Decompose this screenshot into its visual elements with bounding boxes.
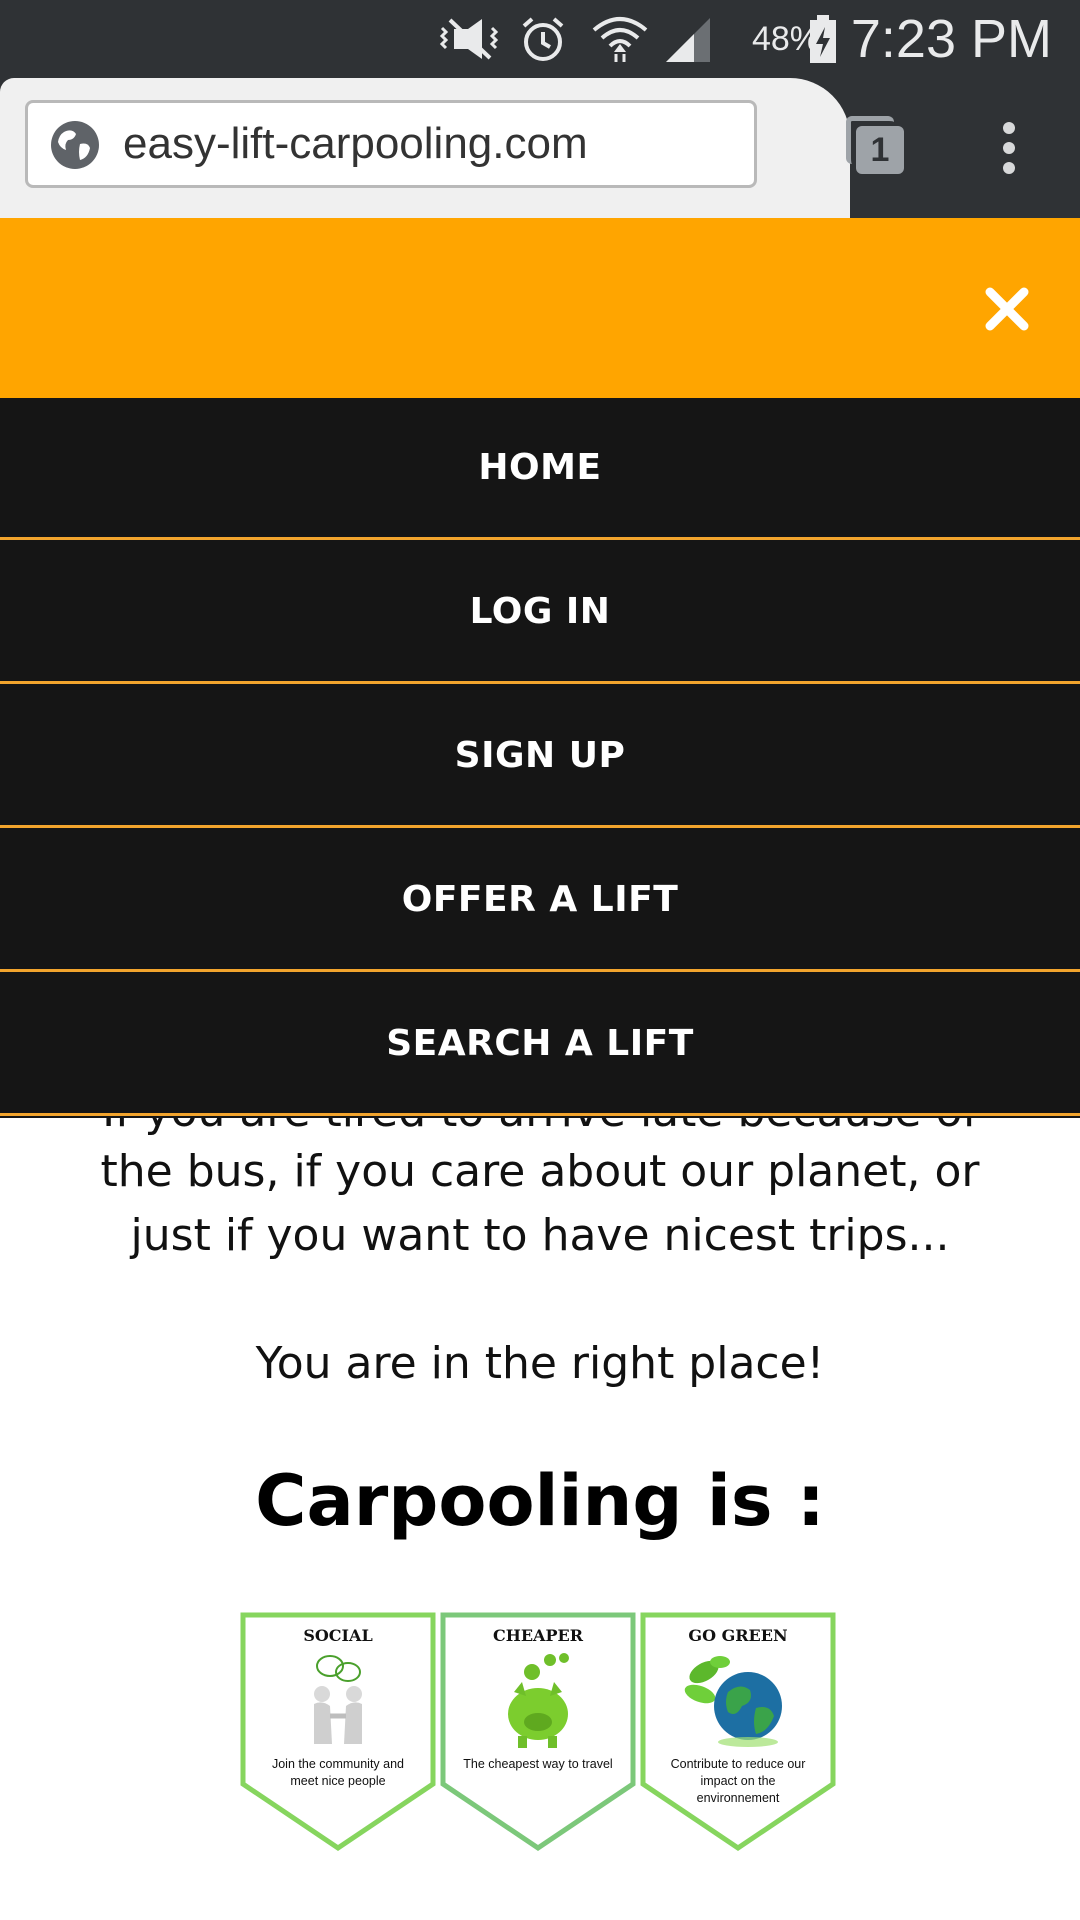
intro-line-1: the bus, if you care about our planet, o… xyxy=(100,1146,980,1197)
close-icon xyxy=(985,287,1029,331)
dot xyxy=(1003,122,1015,134)
globe-leaves-icon xyxy=(680,1652,796,1752)
site-header xyxy=(0,218,1080,398)
badge-go-green: GO GREEN Contribute to reduce our impact… xyxy=(640,1612,836,1852)
nav-item-home[interactable]: HOME xyxy=(0,398,1080,540)
tab-count: 1 xyxy=(856,126,904,174)
badges-row: SOCIAL Join the community and meet nice … xyxy=(240,1612,840,1852)
url-field[interactable]: easy-lift-carpooling.com xyxy=(25,100,757,188)
badge-title: CHEAPER xyxy=(493,1626,583,1645)
piggy-bank-icon xyxy=(480,1652,596,1752)
badge-social: SOCIAL Join the community and meet nice … xyxy=(240,1612,436,1852)
nav-item-search-a-lift[interactable]: SEARCH A LIFT xyxy=(0,974,1080,1116)
mute-vibrate-icon xyxy=(436,0,506,78)
close-menu-button[interactable] xyxy=(984,286,1030,332)
dot xyxy=(1003,142,1015,154)
status-bar: 48% 7:23 PM xyxy=(0,0,1080,78)
badge-cheaper: CHEAPER The cheapest way to travel xyxy=(440,1612,636,1852)
battery-charging-icon xyxy=(808,0,838,78)
dot xyxy=(1003,162,1015,174)
badge-title: GO GREEN xyxy=(688,1626,788,1645)
badge-text: The cheapest way to travel xyxy=(463,1757,613,1771)
badge-text: Contribute to reduce our impact on the e… xyxy=(670,1757,806,1805)
alarm-icon xyxy=(518,0,568,78)
globe-icon xyxy=(50,120,100,170)
nav-item-log-in[interactable]: LOG IN xyxy=(0,542,1080,684)
url-tab: easy-lift-carpooling.com xyxy=(0,78,850,218)
handshake-icon xyxy=(280,1652,396,1752)
overflow-menu-button[interactable] xyxy=(990,118,1026,178)
carpooling-heading: Carpooling is : xyxy=(255,1460,825,1542)
signal-icon xyxy=(664,0,714,78)
wifi-icon xyxy=(590,0,650,78)
badge-text: Join the community and meet nice people xyxy=(271,1757,404,1788)
intro-line-2: just if you want to have nicest trips... xyxy=(130,1210,950,1261)
nav-menu: HOME LOG IN SIGN UP OFFER A LIFT SEARCH … xyxy=(0,398,1080,1118)
intro-text: the bus, if you care about our planet, o… xyxy=(0,1140,1080,1268)
badge-title: SOCIAL xyxy=(303,1626,373,1645)
right-place-text: You are in the right place! xyxy=(255,1338,825,1389)
nav-item-offer-a-lift[interactable]: OFFER A LIFT xyxy=(0,830,1080,972)
nav-item-sign-up[interactable]: SIGN UP xyxy=(0,686,1080,828)
status-time: 7:23 PM xyxy=(850,9,1052,69)
url-text: easy-lift-carpooling.com xyxy=(123,119,588,168)
browser-toolbar: easy-lift-carpooling.com 1 xyxy=(0,78,1080,218)
tab-switcher-button[interactable]: 1 xyxy=(842,112,908,178)
